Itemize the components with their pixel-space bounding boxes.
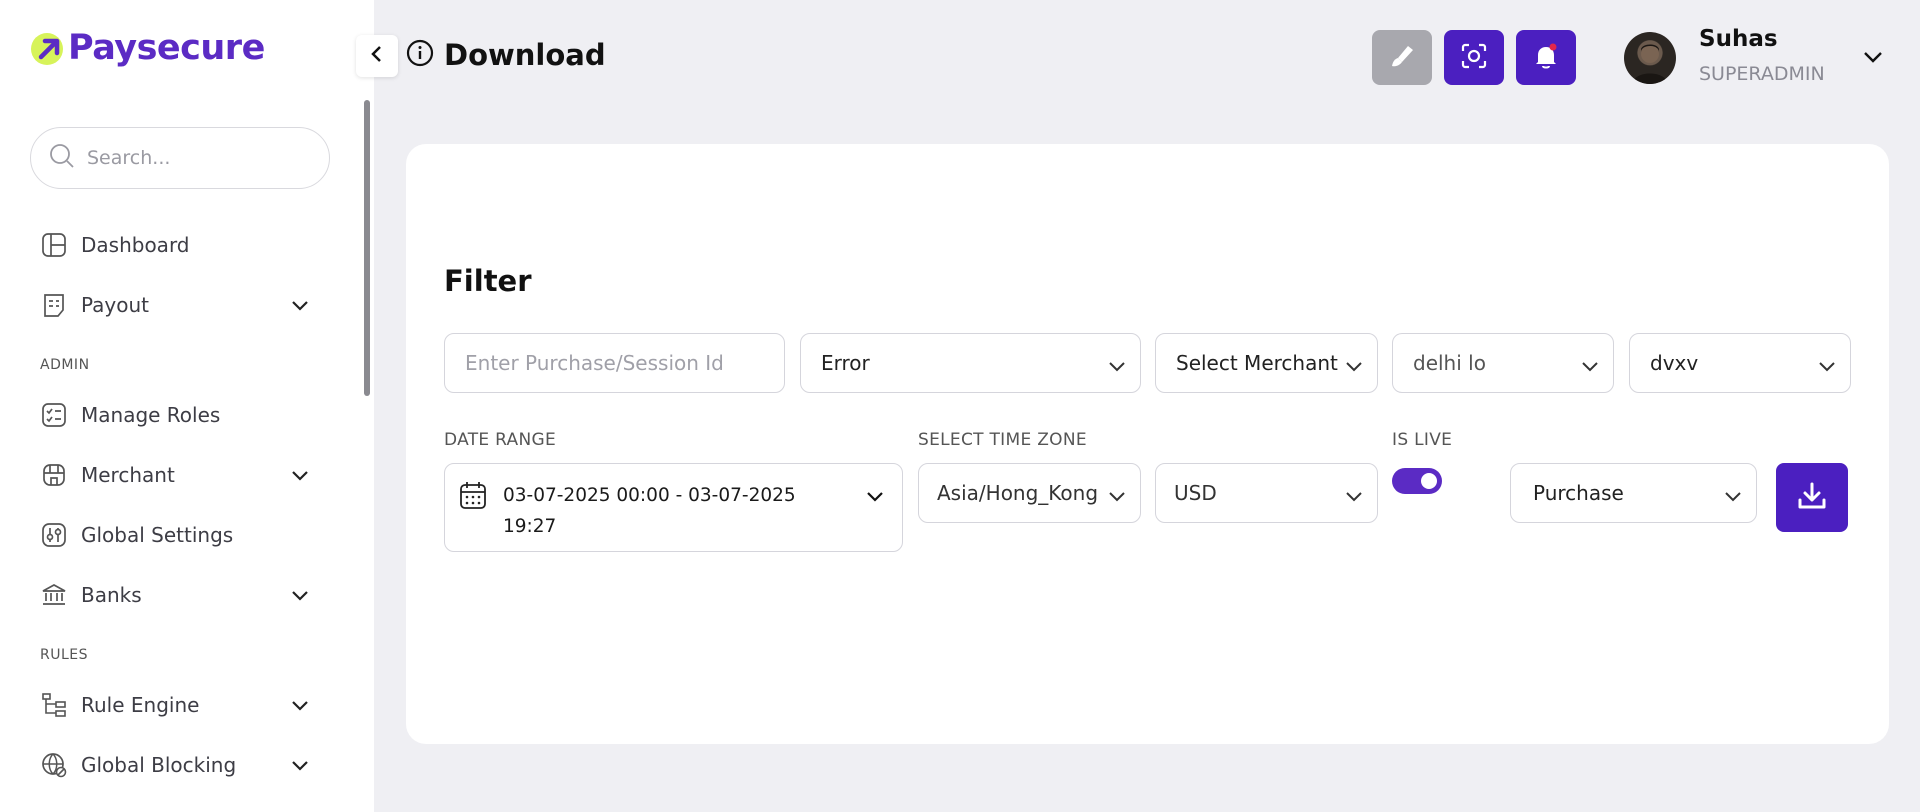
sidebar-item-dashboard[interactable]: Dashboard [40,225,310,265]
extra-select[interactable]: dvxv [1629,333,1851,393]
time-zone-label: SELECT TIME ZONE [918,430,1087,450]
chevron-down-icon[interactable] [290,465,310,489]
date-range-picker[interactable]: 03-07-2025 00:00 - 03-07-2025 19:27 [444,463,903,552]
purchase-id-field[interactable] [444,333,785,393]
clear-button[interactable] [1372,30,1432,85]
checklist-icon [40,401,68,429]
currency-value: USD [1174,481,1217,505]
sidebar: Paysecure Dashboard Payout ADMIN Manage … [0,0,374,812]
chevron-down-icon [1108,486,1126,510]
chevron-down-icon[interactable] [1862,46,1884,72]
info-icon[interactable] [406,39,434,71]
chevron-down-icon [866,487,884,509]
sidebar-item-label: Dashboard [81,233,190,257]
chevron-down-icon [1345,356,1363,380]
download-button[interactable] [1776,463,1848,532]
sidebar-item-merchant[interactable]: Merchant [40,455,310,495]
dashboard-icon [40,231,68,259]
user-name: Suhas [1699,26,1778,52]
chevron-down-icon[interactable] [290,295,310,319]
location-select[interactable]: delhi lo [1392,333,1614,393]
is-live-label: IS LIVE [1392,430,1453,450]
sidebar-item-label: Rule Engine [81,693,200,717]
chevron-left-icon [367,44,387,68]
search-input[interactable] [87,147,307,169]
receipt-icon [40,291,68,319]
brand-logo[interactable]: Paysecure [30,28,265,68]
merchant-value: Select Merchant [1176,351,1338,375]
is-live-toggle[interactable] [1392,468,1442,494]
chevron-down-icon [1724,486,1742,510]
chevron-down-icon[interactable] [290,695,310,719]
chevron-down-icon [1818,356,1836,380]
transaction-type-select[interactable]: Purchase [1510,463,1757,523]
toggle-knob [1421,473,1437,489]
status-select[interactable]: Error [800,333,1141,393]
flow-icon [40,691,68,719]
clear-brush-icon [1388,42,1416,74]
bell-icon [1532,42,1560,74]
sidebar-item-banks[interactable]: Banks [40,575,310,615]
sidebar-item-label: Global Settings [81,523,234,547]
sliders-icon [40,521,68,549]
filter-title: Filter [444,264,532,298]
page-title: Download [444,38,606,72]
sidebar-item-label: Manage Roles [81,403,221,427]
sidebar-item-global-blocking[interactable]: Global Blocking [40,745,310,785]
chevron-down-icon[interactable] [290,755,310,779]
time-zone-value: Asia/Hong_Kong [937,481,1099,505]
bank-icon [40,581,68,609]
sidebar-item-manage-roles[interactable]: Manage Roles [40,395,310,435]
time-zone-select[interactable]: Asia/Hong_Kong [918,463,1141,523]
sidebar-item-label: Global Blocking [81,753,237,777]
extra-value: dvxv [1650,351,1699,375]
date-range-label: DATE RANGE [444,430,557,450]
page-header: Download [406,38,606,72]
section-rules: RULES [40,647,89,663]
purchase-id-input[interactable] [465,351,784,375]
chevron-down-icon [1581,356,1599,380]
section-admin: ADMIN [40,357,90,373]
sidebar-item-label: Merchant [81,463,175,487]
transaction-type-value: Purchase [1533,481,1624,505]
download-icon [1797,481,1827,515]
merchant-select[interactable]: Select Merchant [1155,333,1378,393]
brand-name: Paysecure [68,28,265,68]
sidebar-search[interactable] [30,127,330,189]
sidebar-item-label: Banks [81,583,142,607]
globe-block-icon [40,751,68,779]
avatar[interactable] [1624,32,1676,84]
sidebar-item-label: Payout [81,293,150,317]
screenshot-icon [1460,42,1488,74]
sidebar-scrollbar[interactable] [364,100,370,396]
filter-card: Filter Error Select Merchant delhi lo dv… [406,144,1889,744]
chevron-down-icon [1345,486,1363,510]
chevron-down-icon [1108,356,1126,380]
logo-mark-icon [30,30,66,66]
sidebar-item-payout[interactable]: Payout [40,285,310,325]
collapse-sidebar-button[interactable] [356,35,398,77]
currency-select[interactable]: USD [1155,463,1378,523]
merchant-icon [40,461,68,489]
user-role: SUPERADMIN [1699,63,1825,85]
sidebar-item-rule-engine[interactable]: Rule Engine [40,685,310,725]
notifications-button[interactable] [1516,30,1576,85]
calendar-icon [459,480,487,514]
sidebar-item-global-settings[interactable]: Global Settings [40,515,310,555]
chevron-down-icon[interactable] [290,585,310,609]
search-icon [49,143,75,173]
location-value: delhi lo [1413,351,1486,375]
screenshot-button[interactable] [1444,30,1504,85]
status-value: Error [821,351,870,375]
date-range-value: 03-07-2025 00:00 - 03-07-2025 19:27 [503,485,796,537]
